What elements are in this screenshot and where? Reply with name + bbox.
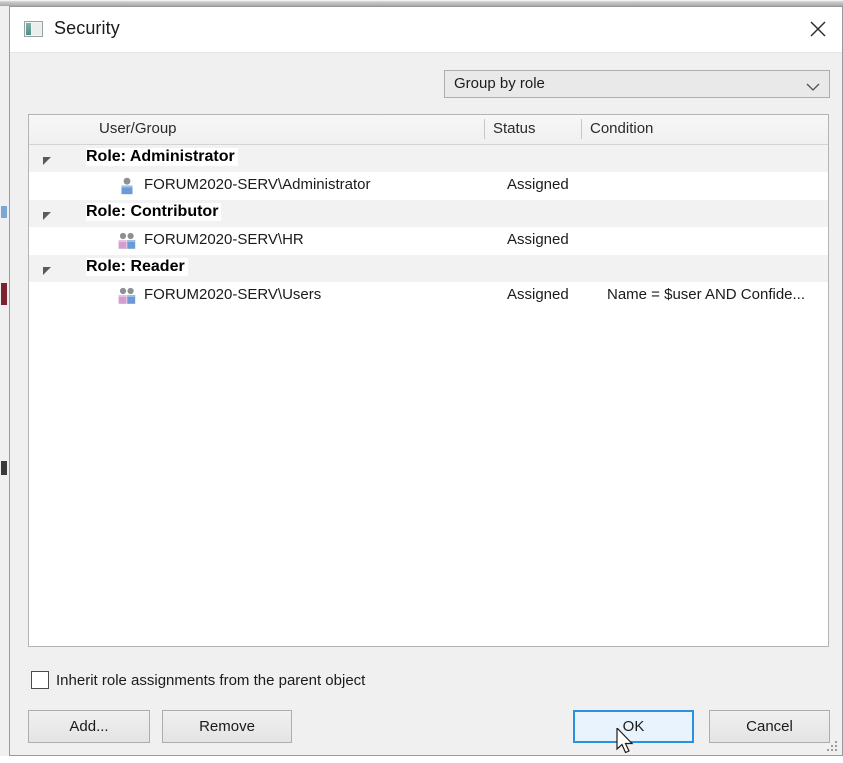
group-row[interactable]: Role: Administrator: [29, 145, 828, 172]
resize-grip[interactable]: [825, 739, 839, 753]
security-dialog: Security Group by role User/Group Status: [9, 6, 843, 756]
title-bar: Security: [10, 7, 842, 53]
report-window-icon: [24, 21, 43, 37]
close-icon[interactable]: [794, 7, 842, 51]
group-row[interactable]: Role: Contributor: [29, 200, 828, 227]
assignment-status: Assigned: [507, 176, 569, 193]
principal-name: FORUM2020-SERV\Administrator: [144, 176, 370, 193]
window-title: Security: [54, 18, 120, 39]
column-divider-1[interactable]: [484, 119, 485, 139]
add-button[interactable]: Add...: [28, 710, 150, 743]
group-row[interactable]: Role: Reader: [29, 255, 828, 282]
table-row[interactable]: FORUM2020-SERV\Users Assigned Name = $us…: [29, 282, 828, 310]
background-fleck-blue: [1, 206, 7, 218]
report-window-icon-right-pane: [32, 23, 42, 35]
assignment-status: Assigned: [507, 286, 569, 303]
group-icon: [117, 231, 137, 251]
tree-expanded-icon[interactable]: [43, 209, 53, 219]
list-body: Role: Administrator FORUM2020-SERV\Admin…: [29, 145, 828, 647]
tree-expanded-icon[interactable]: [43, 264, 53, 274]
column-header-user-group[interactable]: User/Group: [99, 120, 177, 137]
ok-button[interactable]: OK: [573, 710, 694, 743]
report-window-icon-left-pane: [26, 23, 31, 35]
principal-name: FORUM2020-SERV\HR: [144, 231, 304, 248]
principal-name: FORUM2020-SERV\Users: [144, 286, 321, 303]
background-fleck-maroon: [1, 283, 7, 305]
group-by-select[interactable]: Group by role: [444, 70, 830, 98]
background-fleck-dark: [1, 461, 7, 475]
user-icon: [117, 176, 137, 196]
role-assignments-list[interactable]: User/Group Status Condition Role: Admini…: [28, 114, 829, 647]
group-icon: [117, 286, 137, 306]
inherit-role-assignments-label: Inherit role assignments from the parent…: [56, 672, 365, 689]
group-label: Role: Administrator: [86, 148, 238, 166]
cancel-button[interactable]: Cancel: [709, 710, 830, 743]
assignment-condition: Name = $user AND Confide...: [607, 286, 819, 303]
group-label: Role: Contributor: [86, 203, 221, 221]
grouping-toolbar: Group by role: [10, 53, 842, 101]
table-row[interactable]: FORUM2020-SERV\HR Assigned: [29, 227, 828, 255]
list-header: User/Group Status Condition: [29, 115, 828, 145]
chevron-down-icon: [806, 79, 820, 97]
group-label: Role: Reader: [86, 258, 188, 276]
remove-button[interactable]: Remove: [162, 710, 292, 743]
tree-expanded-icon[interactable]: [43, 154, 53, 164]
column-header-condition[interactable]: Condition: [590, 120, 653, 137]
table-row[interactable]: FORUM2020-SERV\Administrator Assigned: [29, 172, 828, 200]
inherit-role-assignments-checkbox[interactable]: [31, 671, 49, 689]
column-divider-2[interactable]: [581, 119, 582, 139]
inherit-role-assignments-checkbox-row[interactable]: Inherit role assignments from the parent…: [31, 668, 365, 692]
column-header-status[interactable]: Status: [493, 120, 536, 137]
assignment-status: Assigned: [507, 231, 569, 248]
group-by-selected-value: Group by role: [454, 75, 545, 92]
